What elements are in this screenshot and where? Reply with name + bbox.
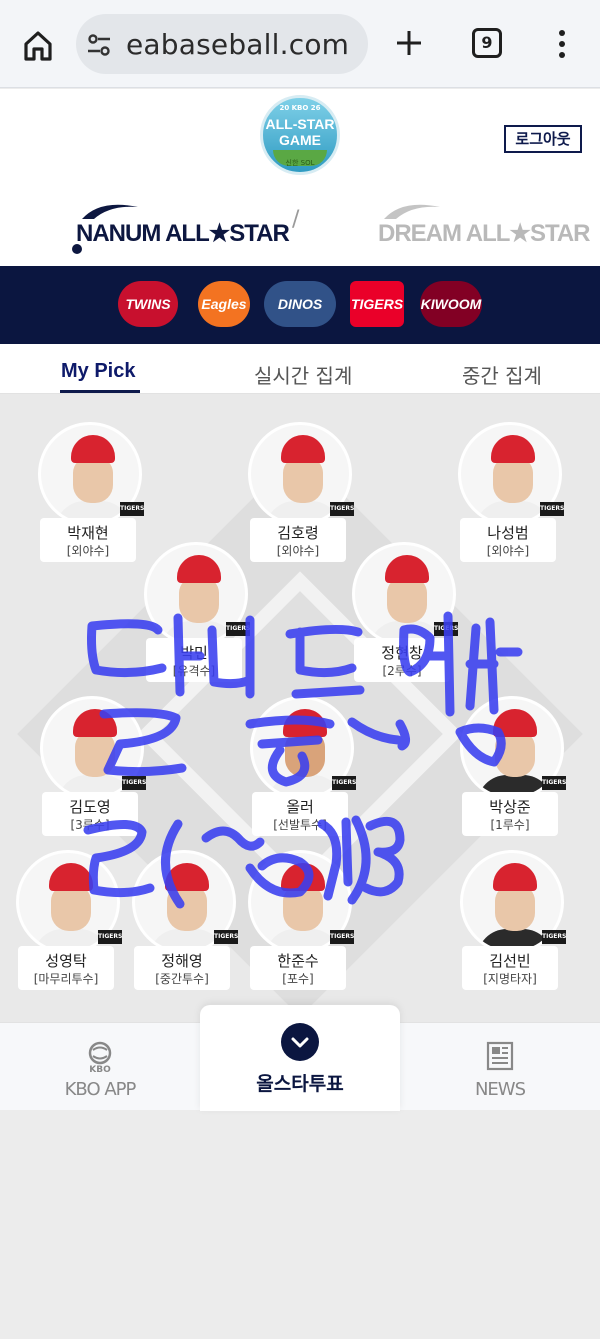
dream-allstar-tab[interactable]: DREAM ALL★STAR — [374, 201, 590, 251]
nav-kbo-app[interactable]: KBO KBO APP — [40, 1037, 160, 1103]
nanum-allstar-label: NANUM ALL★STAR — [76, 220, 290, 247]
team-logo-strip: TWINS Eagles DINOS TIGERS KIWOOM — [0, 266, 600, 344]
logo-title-2: GAME — [279, 132, 321, 148]
logo-title-1: ALL-STAR — [265, 116, 335, 132]
nav-news-label: NEWS — [474, 1079, 526, 1100]
handwritten-scribble — [83, 611, 523, 909]
team-separator: / — [292, 207, 300, 232]
team-logo-dinos[interactable]: DINOS — [264, 281, 336, 327]
logo-year: 20 KBO 26 — [279, 104, 321, 112]
url-text[interactable]: eabaseball.com — [126, 28, 349, 61]
team-logo-eagles[interactable]: Eagles — [198, 281, 250, 327]
team-logo-kiwoom[interactable]: KIWOOM — [420, 281, 482, 327]
new-tab-icon[interactable] — [392, 26, 426, 60]
home-icon[interactable] — [18, 26, 58, 66]
newspaper-icon — [484, 1041, 516, 1071]
bottom-nav: KBO KBO APP 올스타투표 NEWS — [0, 1005, 600, 1111]
more-menu-icon[interactable] — [552, 28, 572, 60]
nanum-swoosh-icon — [82, 204, 138, 219]
browser-toolbar: eabaseball.com 9 — [0, 0, 600, 88]
selected-team-indicator — [72, 244, 82, 254]
nav-news[interactable]: NEWS — [440, 1037, 560, 1103]
dream-allstar-label: DREAM ALL★STAR — [378, 220, 590, 247]
kbo-logo-text: KBO — [89, 1065, 111, 1075]
lineup-field: TIGERS 박재현 [외야수] TIGERS 김호령 [외야수] TIGERS… — [0, 394, 600, 1022]
tab-interim-tally[interactable]: 중간 집계 — [462, 360, 542, 389]
vote-tabs: My Pick 실시간 집계 중간 집계 — [0, 344, 600, 394]
team-logo-tigers[interactable]: TIGERS — [350, 281, 404, 327]
dream-swoosh-icon — [384, 204, 440, 219]
logo-sponsor: 신한 SOL — [285, 159, 315, 167]
chevron-down-icon[interactable] — [281, 1023, 319, 1061]
page-header: 20 KBO 26 ALL-STAR GAME 신한 SOL 로그아웃 NANU… — [0, 89, 600, 266]
all-star-game-logo: 20 KBO 26 ALL-STAR GAME 신한 SOL — [260, 95, 340, 175]
tab-switcher-button[interactable]: 9 — [472, 28, 502, 58]
tab-my-pick[interactable]: My Pick — [61, 360, 135, 383]
active-tab-underline — [60, 390, 140, 393]
nanum-allstar-tab[interactable]: NANUM ALL★STAR — [72, 201, 290, 251]
address-bar[interactable]: eabaseball.com — [76, 14, 368, 74]
tab-live-tally[interactable]: 실시간 집계 — [254, 360, 352, 389]
kbo-logo-icon — [88, 1041, 112, 1065]
nav-vote-label: 올스타투표 — [256, 1073, 344, 1095]
nav-allstar-vote[interactable]: 올스타투표 — [200, 1005, 400, 1111]
logout-button[interactable]: 로그아웃 — [504, 125, 582, 153]
nav-kbo-app-label: KBO APP — [64, 1079, 137, 1100]
team-logo-twins[interactable]: TWINS — [118, 281, 178, 327]
site-settings-icon[interactable] — [86, 32, 112, 58]
